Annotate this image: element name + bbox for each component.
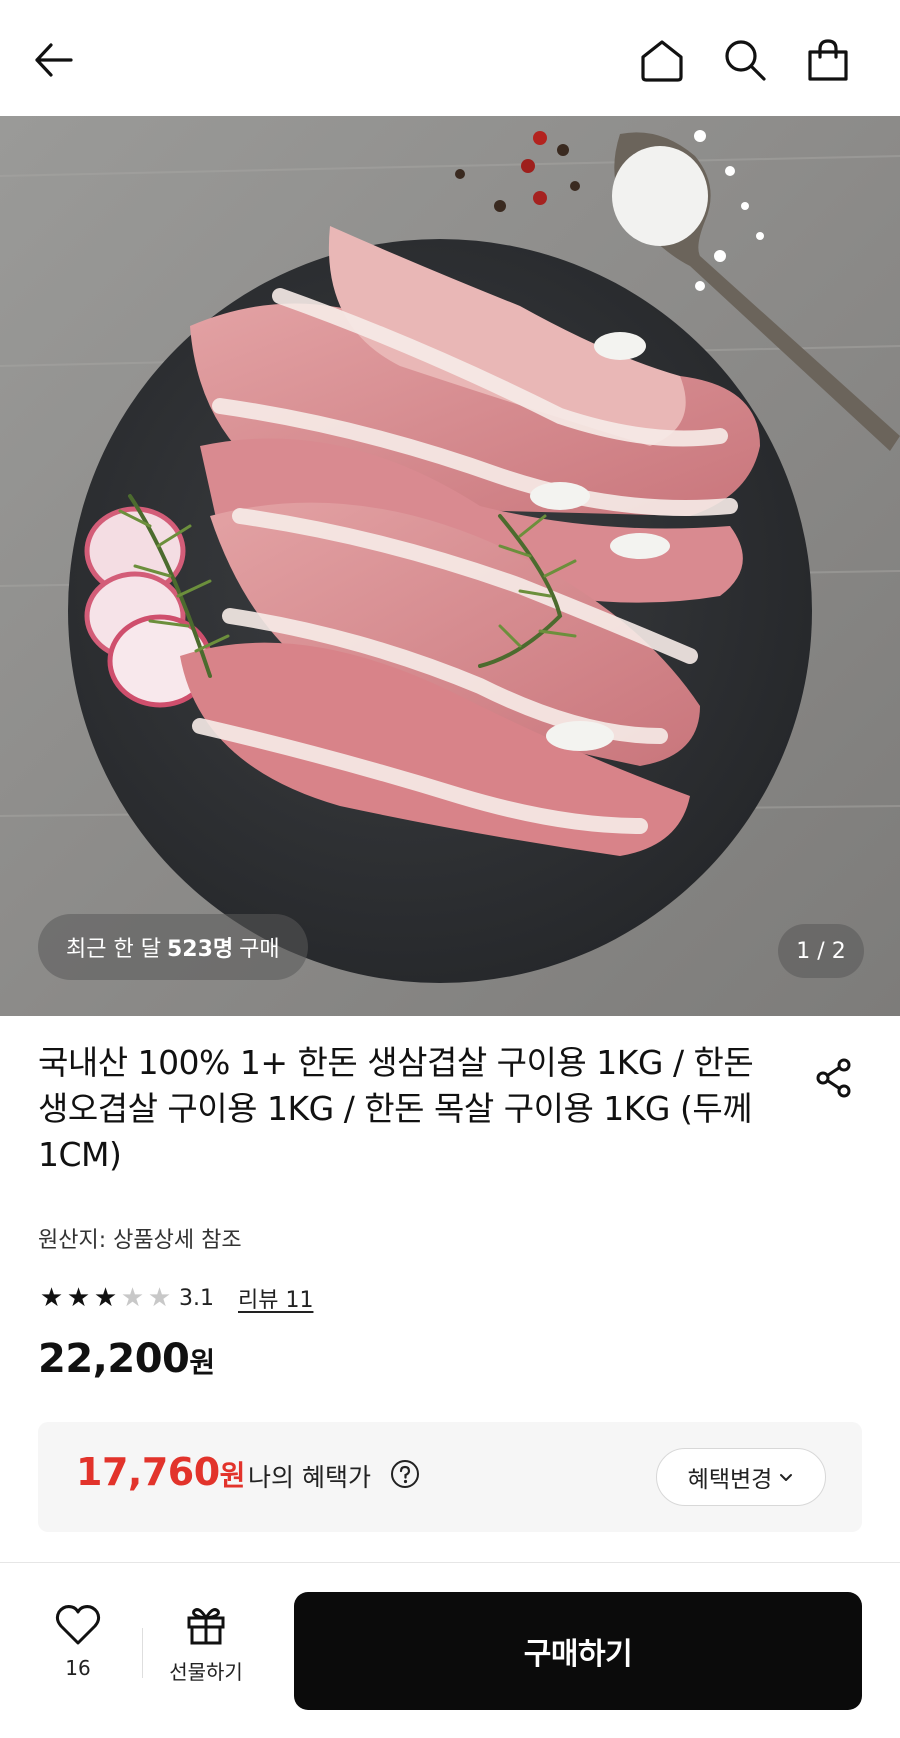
recent-count: 523명 [166, 937, 234, 962]
rating-value: 3.1 [179, 1285, 214, 1311]
star-filled-icon: ★ [93, 1283, 118, 1313]
back-button[interactable] [24, 30, 84, 90]
original-price: 22,200원 [38, 1336, 215, 1382]
bottom-bar-separator [142, 1628, 143, 1678]
bottom-bar-divider [0, 1562, 900, 1563]
home-button[interactable] [632, 30, 692, 90]
review-link[interactable]: 리뷰 11 [238, 1282, 313, 1314]
cart-button[interactable] [798, 30, 858, 90]
product-title: 국내산 100% 1+ 한돈 생삼겹살 구이용 1KG / 한돈 생오겹살 구이… [38, 1043, 754, 1174]
image-page-indicator: 1 / 2 [778, 924, 864, 978]
like-count: 16 [65, 1656, 91, 1680]
chevron-down-icon [780, 1474, 793, 1481]
product-image-carousel[interactable] [0, 116, 900, 1016]
share-icon [816, 1058, 851, 1098]
like-button[interactable]: 16 [38, 1604, 118, 1714]
top-app-bar [0, 0, 900, 116]
star-empty-icon: ★ [120, 1283, 145, 1313]
buy-button[interactable]: 구매하기 [294, 1592, 862, 1710]
home-icon [641, 40, 683, 82]
benefit-price-number: 17,760 [76, 1450, 220, 1494]
rating-row: ★ ★ ★ ★ ★ 3.1 리뷰 11 [38, 1280, 314, 1316]
recent-purchase-badge: 최근 한 달 523명 구매 [38, 914, 308, 980]
share-button[interactable] [806, 1050, 862, 1106]
gift-button[interactable]: 선물하기 [160, 1604, 252, 1714]
gift-icon [187, 1608, 225, 1645]
price-number: 22,200 [38, 1336, 190, 1382]
recent-prefix: 최근 한 달 [66, 937, 161, 962]
benefit-price: 17,760원 [76, 1450, 245, 1494]
star-filled-icon: ★ [66, 1283, 91, 1313]
shopping-bag-icon [808, 39, 848, 81]
product-photo [0, 116, 900, 1016]
search-icon [725, 40, 766, 81]
origin-info: 원산지: 상품상세 참조 [38, 1228, 242, 1253]
benefit-label: 나의 혜택가 [248, 1463, 371, 1492]
price-unit: 원 [189, 1346, 215, 1379]
change-benefit-label: 혜택변경 [687, 1467, 773, 1493]
recent-suffix: 구매 [239, 937, 280, 962]
change-benefit-button[interactable]: 혜택변경 [656, 1448, 826, 1506]
star-empty-icon: ★ [147, 1283, 172, 1313]
star-filled-icon: ★ [39, 1283, 64, 1313]
benefit-price-unit: 원 [219, 1459, 246, 1492]
arrow-left-icon [35, 43, 73, 77]
question-circle-icon[interactable] [390, 1459, 420, 1489]
search-button[interactable] [715, 30, 775, 90]
benefit-price-box: 17,760원 나의 혜택가 혜택변경 [38, 1422, 862, 1532]
heart-icon [55, 1605, 101, 1645]
gift-label: 선물하기 [169, 1660, 243, 1684]
